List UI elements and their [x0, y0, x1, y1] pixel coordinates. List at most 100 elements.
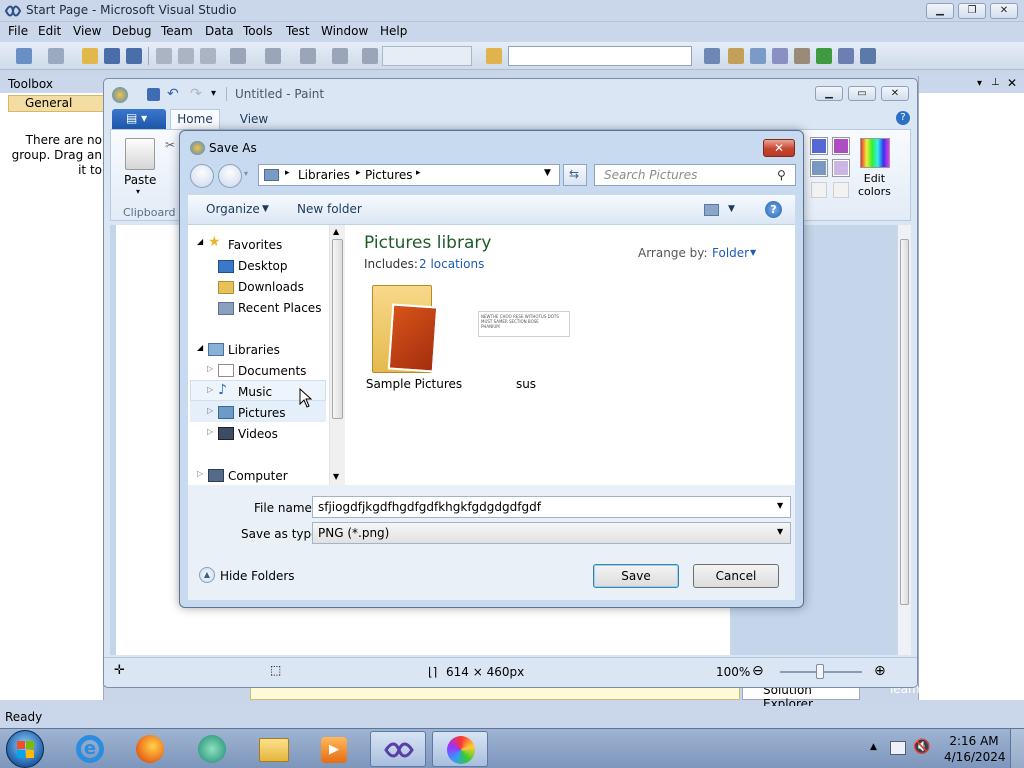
start-debug-icon[interactable]	[362, 48, 378, 64]
properties-icon[interactable]	[728, 48, 744, 64]
edit-colors-icon[interactable]	[860, 138, 890, 168]
color-swatch-purple[interactable]	[832, 137, 850, 155]
show-desktop-button[interactable]	[1010, 729, 1024, 768]
save-button[interactable]: Save	[593, 564, 679, 588]
navigate-forward-icon[interactable]	[332, 48, 348, 64]
paint-menu-button[interactable]: ▤ ▾	[112, 109, 166, 129]
menu-team[interactable]: Team	[161, 24, 193, 38]
tools-icon[interactable]	[794, 48, 810, 64]
breadcrumb-arrow-icon[interactable]: ▸	[416, 168, 421, 178]
close-button[interactable]: ✕	[990, 3, 1018, 19]
add-item-icon[interactable]	[48, 48, 64, 64]
nav-libraries[interactable]: Libraries	[228, 343, 280, 357]
breadcrumb-arrow-icon[interactable]: ▸	[356, 168, 361, 178]
menu-edit[interactable]: Edit	[38, 24, 61, 38]
class-view-icon[interactable]	[838, 48, 854, 64]
scroll-up-icon[interactable]: ▲	[333, 227, 339, 236]
cut-icon[interactable]: ✂	[165, 138, 175, 152]
address-dropdown-icon[interactable]: ▼	[544, 168, 551, 178]
arrange-by-value[interactable]: Folder	[712, 246, 749, 260]
nav-downloads[interactable]: Downloads	[238, 280, 304, 294]
quick-undo-icon[interactable]: ↶	[167, 86, 179, 102]
collapse-arrow-icon[interactable]: ▷	[207, 406, 213, 415]
tab-home[interactable]: Home	[170, 109, 220, 130]
find-in-files-icon[interactable]	[486, 48, 502, 64]
taskbar-chat-app[interactable]	[184, 731, 240, 767]
nav-pane-scrollbar[interactable]: ▲ ▼	[329, 225, 345, 485]
tab-view[interactable]: View	[232, 109, 276, 129]
redo-icon[interactable]	[265, 48, 281, 64]
dock-close-icon[interactable]: ✕	[1007, 76, 1017, 90]
breadcrumb-arrow-icon[interactable]: ▸	[285, 168, 290, 178]
paint-minimize-button[interactable]: ▁	[815, 86, 843, 101]
menu-test[interactable]: Test	[286, 24, 310, 38]
new-project-icon[interactable]	[16, 48, 32, 64]
collapse-arrow-icon[interactable]: ▷	[207, 364, 213, 373]
zoom-in-icon[interactable]: ⊕	[874, 663, 886, 679]
color-swatch-empty[interactable]	[811, 182, 827, 198]
includes-locations-link[interactable]: 2 locations	[419, 257, 484, 271]
file-item-sus[interactable]: NEWTHE CHOO RESE WITHOTUS DOTS MUST SAME…	[474, 285, 578, 391]
hide-folders-button[interactable]: Hide Folders	[220, 569, 295, 583]
color-swatch-steel[interactable]	[810, 159, 828, 177]
solution-explorer-icon[interactable]	[704, 48, 720, 64]
menu-tools[interactable]: Tools	[243, 24, 273, 38]
zoom-slider-thumb[interactable]	[816, 664, 824, 679]
dialog-close-button[interactable]: ✕	[763, 139, 795, 157]
new-folder-button[interactable]: New folder	[297, 202, 362, 216]
save-icon[interactable]	[104, 48, 120, 64]
paste-icon[interactable]	[200, 48, 216, 64]
restore-button[interactable]: ❐	[958, 3, 986, 19]
view-options-dropdown-icon[interactable]: ▼	[728, 204, 735, 214]
solution-config-dropdown[interactable]	[382, 46, 472, 66]
start-button[interactable]	[6, 730, 44, 768]
undo-icon[interactable]	[230, 48, 246, 64]
nav-computer[interactable]: Computer	[228, 469, 288, 483]
menu-help[interactable]: Help	[380, 24, 407, 38]
scroll-down-icon[interactable]: ▼	[333, 472, 339, 481]
quick-save-icon[interactable]	[147, 88, 160, 101]
search-input[interactable]: Search Pictures ⚲	[594, 164, 796, 186]
start-page-icon[interactable]	[816, 48, 832, 64]
object-browser-icon[interactable]	[750, 48, 766, 64]
nav-documents[interactable]: Documents	[238, 364, 306, 378]
nav-favorites[interactable]: Favorites	[228, 238, 282, 252]
toolbox-icon[interactable]	[772, 48, 788, 64]
collapse-arrow-icon[interactable]: ▷	[207, 385, 213, 394]
breadcrumb-pictures[interactable]: Pictures	[365, 168, 413, 182]
paint-help-icon[interactable]: ?	[896, 111, 910, 125]
change-view-icon[interactable]	[704, 204, 719, 216]
color-swatch-blue[interactable]	[810, 137, 828, 155]
copy-icon[interactable]	[178, 48, 194, 64]
open-folder-icon[interactable]	[82, 48, 98, 64]
collapse-arrow-icon[interactable]: ▷	[197, 469, 203, 478]
arrange-dropdown-icon[interactable]: ▼	[750, 248, 756, 257]
edit-colors-label[interactable]: Edit colors	[858, 172, 891, 198]
zoom-out-icon[interactable]: ⊖	[752, 663, 764, 679]
expand-arrow-icon[interactable]: ◢	[197, 237, 203, 246]
nav-music[interactable]: Music	[238, 385, 272, 399]
paint-maximize-button[interactable]: ▭	[848, 86, 876, 101]
cancel-button[interactable]: Cancel	[693, 564, 779, 588]
quick-access-customize-icon[interactable]: ▾	[211, 88, 216, 99]
nav-recent-places[interactable]: Recent Places	[238, 301, 321, 315]
command-window-icon[interactable]	[860, 48, 876, 64]
menu-data[interactable]: Data	[205, 24, 234, 38]
hide-folders-icon[interactable]: ▲	[199, 567, 215, 583]
toolbox-group-general[interactable]: General	[8, 95, 104, 112]
taskbar-paint[interactable]	[432, 731, 488, 767]
taskbar-file-explorer[interactable]	[246, 731, 302, 767]
expand-arrow-icon[interactable]: ◢	[197, 343, 203, 352]
organize-dropdown-icon[interactable]: ▼	[262, 204, 269, 214]
paste-dropdown-icon[interactable]: ▾	[136, 187, 140, 196]
taskbar-media-player[interactable]: ▶	[306, 731, 362, 767]
refresh-button[interactable]: ⇆	[563, 164, 587, 186]
taskbar-visual-studio[interactable]	[370, 731, 426, 767]
canvas-vertical-scrollbar[interactable]	[897, 225, 911, 655]
paste-button-label[interactable]: Paste	[124, 173, 156, 187]
cut-icon[interactable]	[156, 48, 172, 64]
menu-file[interactable]: File	[8, 24, 28, 38]
file-name-input[interactable]: sfjiogdfjkgdfhgdfgdfkhgkfgdgdgdfgdf ▼	[312, 496, 791, 518]
organize-button[interactable]: Organize	[206, 202, 260, 216]
collapse-arrow-icon[interactable]: ▷	[207, 427, 213, 436]
